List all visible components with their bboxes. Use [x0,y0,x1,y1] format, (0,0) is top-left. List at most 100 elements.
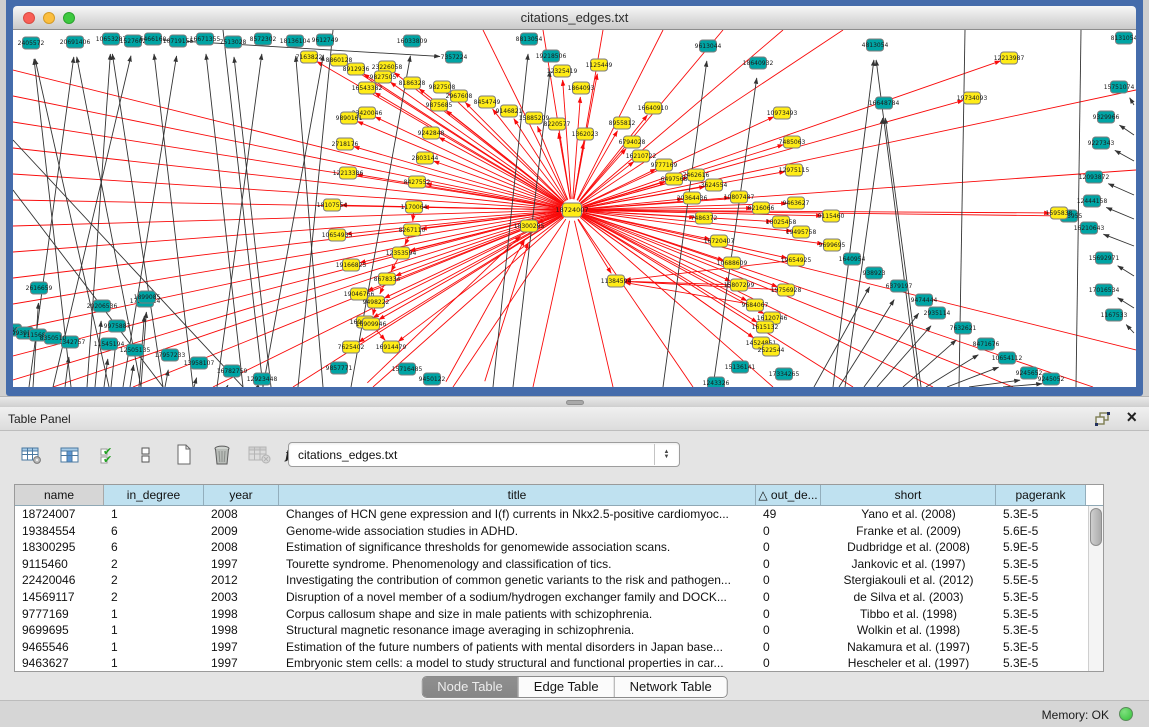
table-row[interactable]: 1456911722003Disruption of a novel membe… [15,589,1103,606]
column-select-button[interactable] [54,441,86,469]
table-cell: Tourette syndrome. Phenomenology and cla… [279,556,756,573]
tab-edge-table[interactable]: Edge Table [519,677,615,697]
table-row[interactable]: 977716911998Corpus callosum shape and si… [15,606,1103,623]
table-cell: 9463627 [15,655,104,672]
svg-text:8186328: 8186328 [399,80,426,87]
table-row[interactable]: 2242004622012Investigating the contribut… [15,572,1103,589]
table-cell: 6 [104,539,204,556]
table-cell: 2 [104,572,204,589]
svg-text:9827505: 9827505 [370,74,397,81]
table-selector-value: citations_edges.txt [298,448,397,462]
table-cell: 1997 [204,639,279,656]
table-row[interactable]: 946362711997Embryonic stem cells: a mode… [15,655,1103,672]
svg-text:12353594: 12353594 [386,250,417,257]
table-body: 1872400712008Changes of HCN gene express… [15,506,1103,672]
table-settings-button[interactable] [16,441,48,469]
close-window-button[interactable] [23,12,35,24]
selector-stepper-icon[interactable]: ▲▼ [654,444,678,465]
svg-text:15751074: 15751074 [1104,84,1135,91]
close-panel-icon[interactable]: × [1126,407,1137,428]
row-height-button[interactable] [130,441,162,469]
table-row[interactable]: 911546021997Tourette syndrome. Phenomeno… [15,556,1103,573]
table-row[interactable]: 1938455462009Genome-wide association stu… [15,523,1103,540]
panel-resize-grip[interactable] [566,400,584,405]
svg-text:7163822: 7163822 [296,54,323,61]
delete-table-button[interactable] [244,441,276,469]
table-cell: 5.3E-5 [996,655,1086,672]
table-panel-title: Table Panel [8,412,71,426]
table-header-row: namein_degreeyeartitle△ out_de...shortpa… [15,485,1103,506]
column-header-out_de[interactable]: △ out_de... [756,485,821,505]
table-selector[interactable]: citations_edges.txt ▲▼ [288,442,680,467]
svg-text:16782759: 16782759 [217,368,248,375]
svg-text:23226058: 23226058 [372,64,403,71]
svg-text:7625402: 7625402 [338,344,365,351]
column-header-title[interactable]: title [279,485,756,505]
table-row[interactable]: 1830029562008Estimation of significance … [15,539,1103,556]
svg-text:12975115: 12975115 [779,167,810,174]
svg-text:7485063: 7485063 [779,139,806,146]
svg-text:8471676: 8471676 [973,341,1000,348]
attribute-table: namein_degreeyeartitle△ out_de...shortpa… [14,484,1104,672]
svg-text:15692971: 15692971 [1089,255,1120,262]
table-row[interactable]: 946554611997Estimation of the future num… [15,639,1103,656]
delete-button[interactable] [206,441,238,469]
svg-text:12505135: 12505135 [120,347,151,354]
svg-text:1899085: 1899085 [134,294,161,301]
svg-text:20364436: 20364436 [677,195,708,202]
network-graph-svg[interactable]: 2405572206914061065328715276026466160107… [13,30,1136,387]
memory-status-label: Memory: OK [1042,708,1109,722]
svg-text:17016534: 17016534 [1089,287,1120,294]
svg-text:15807299: 15807299 [724,282,755,289]
column-header-short[interactable]: short [821,485,996,505]
svg-text:12923448: 12923448 [247,376,278,383]
table-scrollbar[interactable] [1088,506,1103,671]
svg-text:9329966: 9329966 [1093,114,1120,121]
table-cell: Nakamura et al. (1997) [821,639,996,656]
float-panel-button[interactable] [1094,411,1111,426]
table-cell: 5.6E-5 [996,523,1086,540]
checklist-button[interactable]: ✔ ✔ [92,441,124,469]
svg-text:1125449: 1125449 [586,62,613,69]
svg-text:12325419: 12325419 [547,68,578,75]
table-cell: 2003 [204,589,279,606]
svg-text:10654112: 10654112 [992,355,1023,362]
table-cell: Wolkin et al. (1998) [821,622,996,639]
svg-text:16909946: 16909946 [356,321,387,328]
zoom-window-button[interactable] [63,12,75,24]
table-row[interactable]: 1872400712008Changes of HCN gene express… [15,506,1103,523]
svg-text:9498222: 9498222 [363,299,390,306]
table-cell: 1997 [204,556,279,573]
tab-node-table[interactable]: Node Table [422,677,519,697]
table-cell: 1 [104,606,204,623]
svg-text:7632621: 7632621 [950,325,977,332]
svg-text:8427552: 8427552 [404,179,431,186]
table-row[interactable]: 969969511998Structural magnetic resonanc… [15,622,1103,639]
new-file-button[interactable] [168,441,200,469]
table-cell: 19384554 [15,523,104,540]
table-cell: 1 [104,639,204,656]
svg-text:8216066: 8216066 [748,205,775,212]
table-cell: Estimation of the future numbers of pati… [279,639,756,656]
network-canvas[interactable]: 2405572206914061065328715276026466160107… [13,30,1136,387]
svg-text:8220577: 8220577 [544,121,571,128]
svg-text:9777169: 9777169 [651,162,678,169]
minimize-window-button[interactable] [43,12,55,24]
svg-text:8813054: 8813054 [516,36,543,43]
table-cell: 9777169 [15,606,104,623]
column-header-name[interactable]: name [15,485,104,505]
table-cell: Jankovic et al. (1997) [821,556,996,573]
svg-text:18107554: 18107554 [317,202,348,209]
column-header-in_degree[interactable]: in_degree [104,485,204,505]
svg-text:20206536: 20206536 [87,303,118,310]
svg-text:✔: ✔ [103,453,112,465]
svg-text:6794028: 6794028 [619,139,646,146]
window-titlebar[interactable]: citations_edges.txt [13,6,1136,30]
table-scrollbar-thumb[interactable] [1090,508,1102,546]
column-header-year[interactable]: year [204,485,279,505]
column-header-pagerank[interactable]: pagerank [996,485,1086,505]
svg-text:17334265: 17334265 [769,371,800,378]
table-cell: 2012 [204,572,279,589]
tab-network-table[interactable]: Network Table [615,677,727,697]
svg-text:9612749: 9612749 [312,37,339,44]
